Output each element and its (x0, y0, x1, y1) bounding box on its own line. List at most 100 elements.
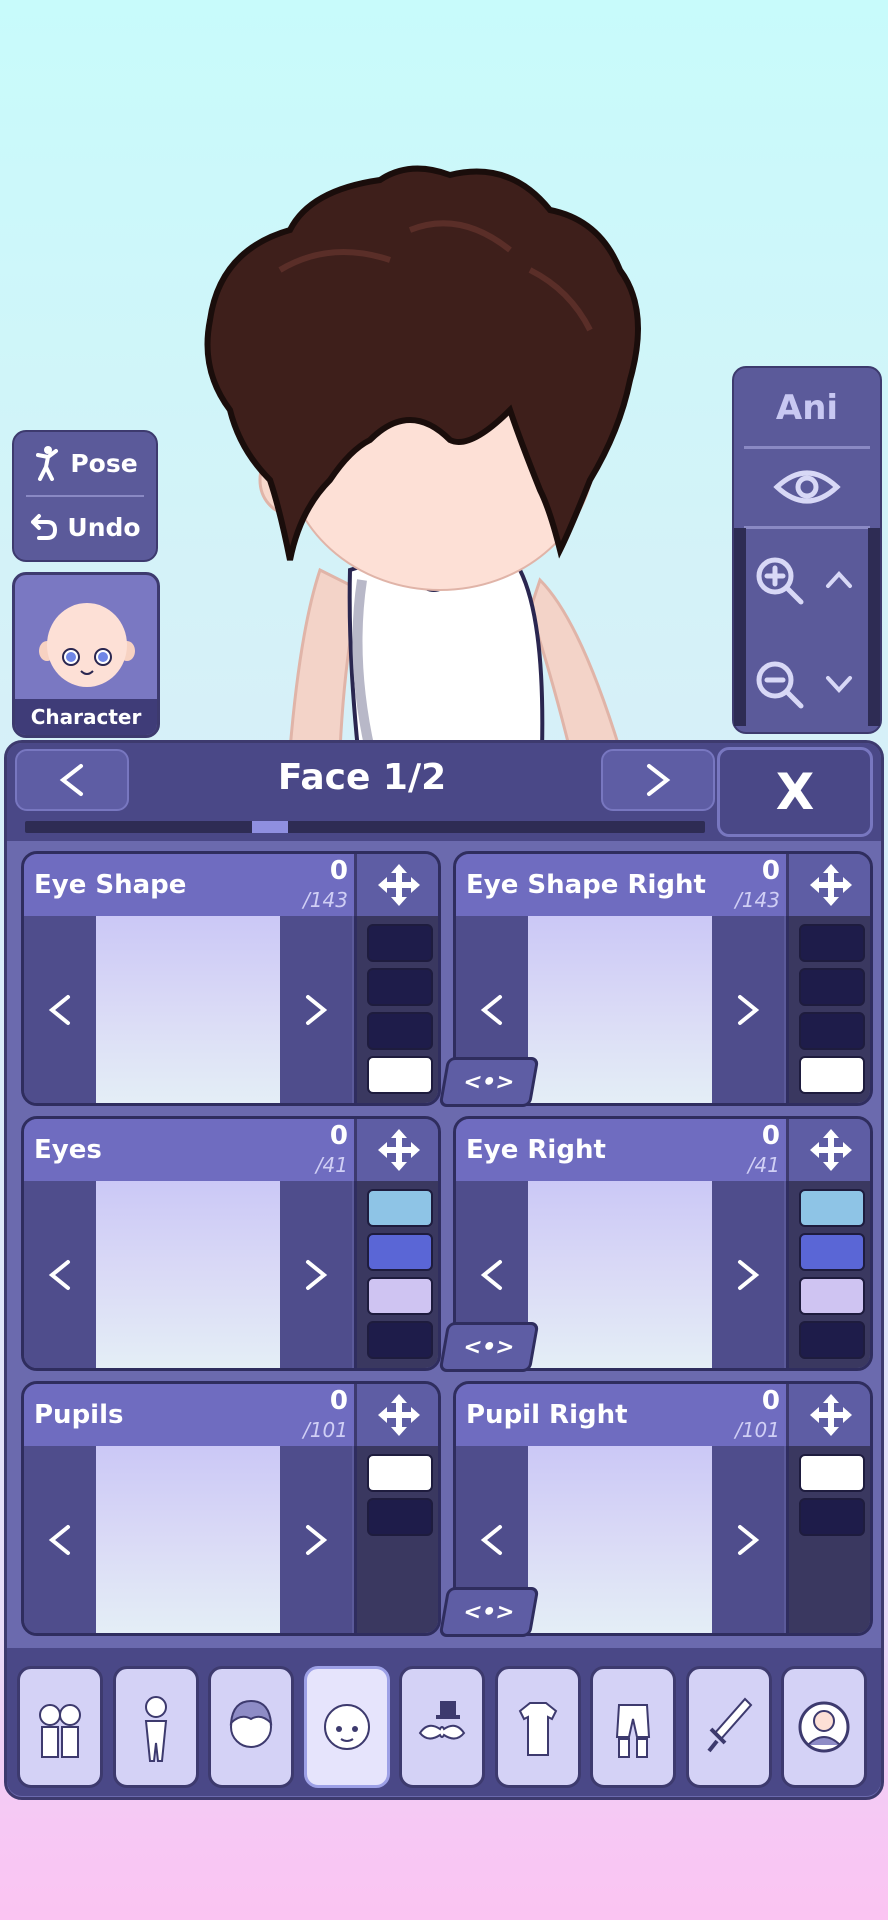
color-swatch[interactable] (367, 1321, 433, 1359)
color-swatch[interactable] (799, 1056, 865, 1094)
move-button[interactable] (354, 1119, 438, 1181)
undo-button[interactable]: Undo (14, 496, 156, 558)
visibility-toggle[interactable] (734, 452, 880, 522)
color-swatch[interactable] (367, 1498, 433, 1536)
sync-sides-button[interactable]: <•> (438, 1057, 540, 1107)
option-preview[interactable] (528, 1181, 712, 1368)
character-label: Character (15, 699, 157, 735)
category-tab-body[interactable] (112, 1666, 199, 1788)
option-card-header: Eye Right 0 /41 (456, 1119, 786, 1181)
color-swatch[interactable] (367, 1454, 433, 1492)
option-title: Eye Right (466, 1135, 606, 1165)
previous-option-button[interactable] (24, 916, 96, 1103)
color-swatch[interactable] (799, 968, 865, 1006)
move-button[interactable] (354, 1384, 438, 1446)
option-total: /143 (303, 888, 348, 912)
color-swatch[interactable] (799, 924, 865, 962)
category-tab-top[interactable] (494, 1666, 581, 1788)
face-icon (323, 1704, 370, 1750)
move-arrows-icon (378, 864, 420, 906)
chevron-left-icon (59, 764, 83, 796)
option-preview[interactable] (96, 1446, 280, 1633)
color-swatch[interactable] (367, 1277, 433, 1315)
color-swatch[interactable] (367, 968, 433, 1006)
pose-button[interactable]: Pose (14, 432, 156, 494)
category-tab-hair[interactable] (208, 1666, 294, 1788)
category-tab-profile[interactable] (781, 1666, 867, 1788)
character-preview[interactable] (150, 150, 730, 750)
color-swatches (786, 1181, 870, 1368)
move-button[interactable] (786, 1384, 870, 1446)
close-button[interactable]: X (717, 747, 873, 837)
previous-option-button[interactable] (24, 1446, 96, 1633)
color-swatch[interactable] (799, 1233, 865, 1271)
category-tab-face[interactable] (303, 1666, 390, 1788)
film-strip-right (868, 528, 880, 726)
chevron-right-icon (738, 1524, 760, 1555)
option-preview[interactable] (96, 916, 280, 1103)
divider (744, 526, 870, 529)
color-swatch[interactable] (367, 1012, 433, 1050)
next-page-button[interactable] (601, 749, 715, 811)
option-total: /101 (303, 1418, 348, 1442)
sync-sides-button[interactable]: <•> (438, 1587, 540, 1637)
category-tab-bottom[interactable] (590, 1666, 676, 1788)
color-swatch[interactable] (367, 1233, 433, 1271)
face-editor-panel: Face 1/2 X Eye Shape 0 /143 Eye Shape Ri… (4, 740, 884, 1800)
divider (744, 446, 870, 449)
color-swatch[interactable] (799, 1454, 865, 1492)
undo-label: Undo (67, 512, 141, 542)
option-preview[interactable] (528, 916, 712, 1103)
next-option-button[interactable] (280, 916, 352, 1103)
color-swatch[interactable] (367, 1056, 433, 1094)
next-option-button[interactable] (280, 1181, 352, 1368)
next-option-button[interactable] (280, 1446, 352, 1633)
option-title: Pupil Right (466, 1400, 628, 1430)
move-arrows-icon (810, 1394, 852, 1436)
next-option-button[interactable] (712, 1181, 784, 1368)
previous-option-button[interactable] (24, 1181, 96, 1368)
move-up-button[interactable] (812, 540, 866, 620)
category-tab-accessories[interactable] (399, 1666, 485, 1788)
move-arrows-icon (378, 1129, 420, 1171)
option-index: 0 (761, 856, 780, 886)
option-preview[interactable] (96, 1181, 280, 1368)
zoom-out-button[interactable] (748, 644, 810, 724)
animation-button[interactable]: Ani (734, 378, 880, 438)
color-swatch[interactable] (367, 1189, 433, 1227)
color-swatches (354, 916, 438, 1103)
move-button[interactable] (354, 854, 438, 916)
color-swatch[interactable] (367, 924, 433, 962)
option-card-header: Eyes 0 /41 (24, 1119, 354, 1181)
move-button[interactable] (786, 1119, 870, 1181)
category-tab-presets[interactable] (17, 1666, 103, 1788)
character-select-button[interactable]: Character (12, 572, 160, 738)
option-card: Eye Shape 0 /143 (21, 851, 441, 1106)
pose-label: Pose (70, 448, 138, 478)
next-option-button[interactable] (712, 916, 784, 1103)
color-swatch[interactable] (799, 1012, 865, 1050)
zoom-in-button[interactable] (748, 540, 810, 620)
option-preview[interactable] (528, 1446, 712, 1633)
chevron-left-icon (480, 1524, 502, 1555)
move-button[interactable] (786, 854, 870, 916)
color-swatch[interactable] (799, 1498, 865, 1536)
presets-icon (39, 1704, 81, 1758)
hair-icon (229, 1699, 273, 1748)
sync-sides-button[interactable]: <•> (438, 1322, 540, 1372)
previous-page-button[interactable] (15, 749, 129, 811)
character-avatar-icon (39, 603, 135, 687)
color-swatch[interactable] (799, 1321, 865, 1359)
move-down-button[interactable] (812, 644, 866, 724)
option-card-header: Pupils 0 /101 (24, 1384, 354, 1446)
chevron-left-icon (480, 1259, 502, 1290)
chevron-right-icon (738, 994, 760, 1025)
bottom-icon (615, 1704, 651, 1758)
option-card-header: Pupil Right 0 /101 (456, 1384, 786, 1446)
profile-icon (798, 1701, 850, 1753)
color-swatch[interactable] (799, 1189, 865, 1227)
next-option-button[interactable] (712, 1446, 784, 1633)
category-tab-weapons[interactable] (685, 1666, 772, 1788)
color-swatch[interactable] (799, 1277, 865, 1315)
pose-undo-panel: Pose Undo (12, 430, 158, 562)
